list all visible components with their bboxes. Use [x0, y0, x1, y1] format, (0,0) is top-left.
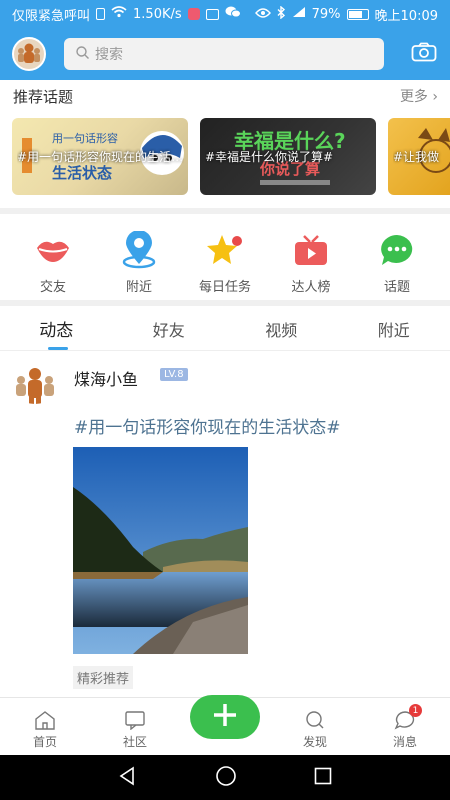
- featured-tag[interactable]: 精彩推荐: [73, 666, 134, 689]
- home-circle-icon[interactable]: [215, 765, 237, 791]
- nav-home[interactable]: 首页: [0, 698, 90, 755]
- post-photo[interactable]: [73, 447, 248, 654]
- recents-icon[interactable]: [314, 767, 332, 789]
- camera-icon: [411, 42, 437, 66]
- camera-button[interactable]: [410, 40, 438, 68]
- topic-card[interactable]: 用一句话形容 生活状态 #用一句话形容你现在的生活状态#: [12, 118, 188, 195]
- carrier-text: 仅限紧急呼叫: [12, 8, 91, 24]
- post-topic-link[interactable]: #用一句话形容你现在的生活状态#: [74, 413, 341, 438]
- system-nav-bar: [0, 755, 450, 800]
- bluetooth-icon: [277, 5, 286, 23]
- chat-bubble-icon: [377, 230, 417, 270]
- shortcut-label: 附近: [125, 280, 152, 295]
- topic-carousel[interactable]: 用一句话形容 生活状态 #用一句话形容你现在的生活状态# 幸福是什么? 你说了算…: [12, 118, 450, 198]
- app-notification-icon: [187, 8, 200, 20]
- topic-card[interactable]: #让我做: [388, 118, 450, 195]
- discover-search-icon: [304, 710, 326, 733]
- nav-label: 社区: [122, 735, 147, 749]
- tab-feed[interactable]: 动态: [0, 307, 113, 350]
- tab-video[interactable]: 视频: [225, 307, 338, 350]
- signal-icon: [292, 6, 306, 22]
- shortcut-label: 达人榜: [291, 280, 331, 295]
- search-placeholder: 搜索: [95, 47, 123, 63]
- plus-icon: [211, 701, 239, 733]
- chevron-right-icon: ›: [432, 89, 438, 105]
- search-icon: [76, 45, 89, 63]
- community-icon: [124, 710, 146, 733]
- wifi-icon: [111, 6, 127, 22]
- topic-card[interactable]: 幸福是什么? 你说了算 #幸福是什么你说了算#: [200, 118, 376, 195]
- star-icon: [205, 230, 245, 270]
- clock: 晚上10:09: [374, 8, 438, 24]
- topic-label: #用一句话形容你现在的生活状态#: [17, 150, 184, 164]
- shortcut-label: 话题: [383, 280, 410, 295]
- nav-label: 发现: [302, 735, 327, 749]
- shortcut-row: 交友 附近 每日任务 达人榜 话题: [0, 222, 450, 302]
- image-notification-icon: [205, 8, 219, 20]
- battery-icon: [346, 8, 369, 20]
- shortcut-label: 每日任务: [198, 280, 251, 295]
- topic-label: #让我做: [393, 150, 440, 164]
- location-pin-icon: [119, 230, 159, 270]
- level-badge: LV.8: [160, 368, 188, 381]
- shortcut-label: 交友: [39, 280, 66, 295]
- svg-text:用一句话形容: 用一句话形容: [52, 131, 118, 145]
- svg-text:生活状态: 生活状态: [52, 164, 112, 182]
- post-username[interactable]: 煤海小鱼: [74, 366, 138, 390]
- feed-tabs: 动态 好友 视频 附近: [0, 307, 450, 351]
- tab-friends[interactable]: 好友: [113, 307, 226, 350]
- nav-community[interactable]: 社区: [90, 698, 180, 755]
- tab-nearby[interactable]: 附近: [338, 307, 450, 350]
- nav-discover[interactable]: 发现: [270, 698, 360, 755]
- eye-icon: [254, 7, 271, 22]
- speed-text: 1.50K/s: [133, 6, 182, 22]
- search-input[interactable]: 搜索: [64, 38, 384, 70]
- shortcut-nearby[interactable]: 附近: [104, 222, 174, 302]
- shortcut-daily-task[interactable]: 每日任务: [190, 222, 260, 302]
- section-divider: [0, 300, 450, 306]
- message-badge: 1: [409, 704, 422, 717]
- status-bar: 仅限紧急呼叫 1.50K/s 79% 晚上10:09: [0, 0, 450, 28]
- more-label: 更多: [399, 89, 428, 105]
- nav-label: 首页: [32, 735, 57, 749]
- home-icon: [34, 710, 56, 733]
- wechat-icon: [225, 6, 241, 22]
- lips-icon: [33, 230, 73, 270]
- shortcut-ranking[interactable]: 达人榜: [276, 222, 346, 302]
- nav-label: 消息: [392, 735, 417, 749]
- more-link[interactable]: 更多 ›: [400, 86, 438, 106]
- sim-icon: [96, 8, 106, 20]
- battery-text: 79%: [311, 6, 341, 22]
- add-post-button[interactable]: [190, 695, 260, 739]
- back-icon[interactable]: [118, 766, 138, 790]
- section-divider: [0, 208, 450, 214]
- nav-messages[interactable]: 1 消息: [360, 698, 450, 755]
- shortcut-topics[interactable]: 话题: [362, 222, 432, 302]
- post-avatar[interactable]: [12, 364, 58, 404]
- recommend-title: 推荐话题: [13, 88, 74, 106]
- app-header: 搜索: [0, 28, 450, 80]
- tv-icon: [291, 230, 331, 270]
- shortcut-dating[interactable]: 交友: [18, 222, 88, 302]
- topic-label: #幸福是什么你说了算#: [205, 150, 334, 164]
- user-avatar[interactable]: [12, 37, 46, 71]
